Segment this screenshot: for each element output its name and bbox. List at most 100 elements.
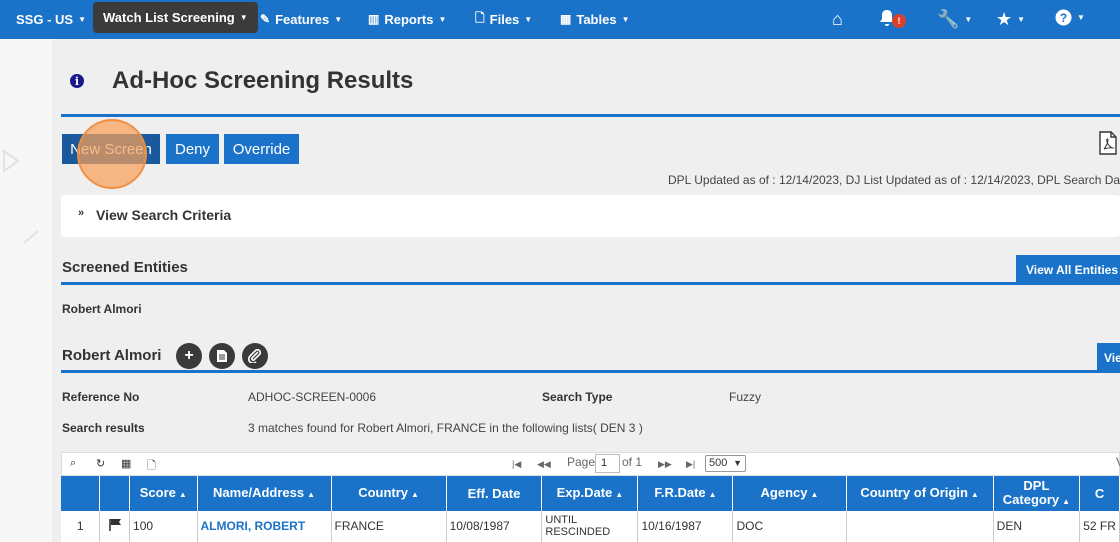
help-menu[interactable]: ? ▼ xyxy=(1055,9,1085,26)
decorative-shapes xyxy=(3,149,39,244)
chevron-down-icon: ▼ xyxy=(239,13,248,22)
top-navbar: SSG - US ▼ Watch List Screening ▼ ✎ Feature… xyxy=(0,0,1120,39)
sort-icon: ▲ xyxy=(307,489,316,499)
view-button[interactable]: Vie xyxy=(1097,343,1120,373)
eff-date-cell: 10/08/1987 xyxy=(446,511,543,542)
sort-icon: ▲ xyxy=(411,489,419,499)
flag-icon[interactable] xyxy=(99,511,131,542)
sort-icon: ▲ xyxy=(178,489,187,499)
view-search-criteria-toggle[interactable]: View Search Criteria xyxy=(96,207,231,223)
score-cell: 100 xyxy=(129,511,198,542)
column-header-country[interactable]: Country ▲ xyxy=(331,476,447,511)
chevron-down-icon: ▼ xyxy=(964,15,973,24)
paperclip-glyph xyxy=(248,349,262,363)
last-page-icon[interactable]: ▶| xyxy=(686,459,695,470)
column-label: DPL Category xyxy=(1002,477,1060,507)
nav-tables[interactable]: ▦ Tables ▼ xyxy=(552,3,637,35)
reference-no-label: Reference No xyxy=(62,390,140,404)
column-header-dpl-category[interactable]: DPL Category ▲ xyxy=(993,476,1081,511)
results-table: Score ▲ Name/Address ▲ Country ▲ Eff. Date … xyxy=(61,476,1120,542)
paperclip-icon[interactable] xyxy=(242,343,268,369)
name-link[interactable]: ALMORI, ROBERT xyxy=(197,511,332,542)
dpl-category-cell: DEN xyxy=(993,511,1081,542)
exp-date-cell: UNTIL RESCINDED xyxy=(541,511,639,542)
info-icon[interactable]: i xyxy=(70,74,84,88)
first-page-icon[interactable]: |◀ xyxy=(512,459,521,470)
nav-label: Features xyxy=(275,11,330,27)
help-icon: ? xyxy=(1055,9,1072,26)
column-label: Exp.Date xyxy=(556,484,613,500)
notification-badge: ! xyxy=(892,14,906,28)
column-header-rownum xyxy=(61,476,101,511)
sort-icon: ▲ xyxy=(1062,496,1071,506)
column-header-exp-date[interactable]: Exp.Date ▲ xyxy=(541,476,639,511)
document-glyph xyxy=(217,350,227,362)
chevron-down-icon: ▼ xyxy=(621,14,630,24)
page-title: Ad-Hoc Screening Results xyxy=(112,67,414,94)
svg-text:?: ? xyxy=(1060,11,1067,25)
view-all-entities-button[interactable]: View All Entities I xyxy=(1016,255,1120,284)
page-number-input[interactable]: 1 xyxy=(595,454,620,473)
pencil-icon: ✎ xyxy=(260,12,271,26)
search-icon[interactable]: ⌕ xyxy=(70,457,76,470)
title-divider xyxy=(61,114,1120,117)
columns-icon[interactable]: ▦ xyxy=(121,457,131,470)
override-button[interactable]: Override xyxy=(224,134,299,164)
org-selector[interactable]: SSG - US ▼ xyxy=(8,3,94,35)
column-header-origin[interactable]: Country of Origin ▲ xyxy=(846,476,994,511)
table-icon: ▦ xyxy=(560,12,572,26)
favorites-menu[interactable]: ★ ▼ xyxy=(996,9,1025,30)
column-header-flag xyxy=(99,476,131,511)
nav-label: Reports xyxy=(384,11,434,27)
column-label: Country xyxy=(358,484,409,500)
screened-entities-divider xyxy=(61,282,1120,285)
new-screen-button[interactable]: New Screen xyxy=(62,134,160,164)
dpl-update-info: DPL Updated as of : 12/14/2023, DJ List … xyxy=(668,173,1120,187)
home-icon[interactable]: ⌂ xyxy=(832,9,843,30)
chevron-down-icon: ▼ xyxy=(438,14,447,24)
sort-icon: ▲ xyxy=(615,489,624,499)
deny-button[interactable]: Deny xyxy=(166,134,219,164)
prev-page-icon[interactable]: ◀◀ xyxy=(537,459,551,470)
screened-entities-title: Screened Entities xyxy=(62,259,188,276)
star-icon: ★ xyxy=(996,9,1013,29)
column-header-c[interactable]: C xyxy=(1079,476,1120,511)
nav-label: Files xyxy=(489,11,520,27)
column-label: Eff. Date xyxy=(467,485,521,501)
bar-chart-icon: ▥ xyxy=(368,12,380,26)
double-chevron-down-icon[interactable]: » xyxy=(78,207,84,219)
next-page-icon[interactable]: ▶▶ xyxy=(658,459,672,470)
document-icon[interactable] xyxy=(209,343,235,369)
column-header-score[interactable]: Score ▲ xyxy=(129,476,198,511)
column-label: F.R.Date xyxy=(654,484,706,500)
pdf-export-icon[interactable] xyxy=(1098,131,1118,155)
column-header-eff-date[interactable]: Eff. Date xyxy=(446,476,543,511)
column-header-fr-date[interactable]: F.R.Date ▲ xyxy=(637,476,734,511)
nav-reports[interactable]: ▥ Reports ▼ xyxy=(360,3,454,35)
chevron-down-icon: ▼ xyxy=(1017,15,1026,24)
column-header-agency[interactable]: Agency ▲ xyxy=(732,476,847,511)
sort-icon: ▲ xyxy=(970,489,979,499)
tools-menu[interactable]: 🔧 ▼ xyxy=(937,9,972,30)
column-label: Country of Origin xyxy=(860,484,968,500)
refresh-icon[interactable]: ↻ xyxy=(96,457,105,470)
view-records-label: V xyxy=(1116,455,1120,469)
nav-watch-list-screening[interactable]: Watch List Screening ▼ xyxy=(93,2,258,33)
rows-per-page-select[interactable]: 500 ▼ xyxy=(705,455,746,472)
search-results-label: Search results xyxy=(62,421,145,435)
nav-files[interactable]: 🗋 Files ▼ xyxy=(467,3,540,35)
nav-features[interactable]: ✎ Features ▼ xyxy=(252,3,350,35)
export-icon[interactable]: 🗋 xyxy=(147,457,156,476)
nav-label: Watch List Screening xyxy=(103,10,235,25)
fr-date-cell: 10/16/1987 xyxy=(637,511,734,542)
wrench-icon: 🔧 xyxy=(937,9,960,29)
add-icon[interactable]: + xyxy=(176,343,202,369)
column-label: Name/Address xyxy=(213,484,305,500)
table-row[interactable]: 1 100 ALMORI, ROBERT FRANCE 10/08/1987 U… xyxy=(61,511,1120,542)
left-gutter xyxy=(0,39,52,542)
column-header-name[interactable]: Name/Address ▲ xyxy=(197,476,332,511)
origin-cell xyxy=(846,511,994,542)
screened-entity-item[interactable]: Robert Almori xyxy=(62,302,142,316)
agency-cell: DOC xyxy=(732,511,847,542)
notifications-bell-icon[interactable]: ! xyxy=(879,9,906,28)
